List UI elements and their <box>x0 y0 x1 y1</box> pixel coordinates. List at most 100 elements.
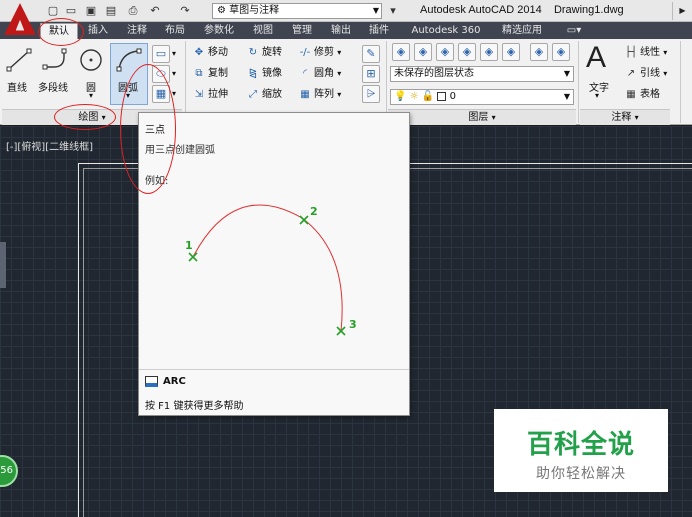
tooltip-divider <box>139 369 409 370</box>
rectangle-icon[interactable]: ▭ <box>152 45 170 63</box>
redo-icon[interactable]: ↷ <box>178 4 192 17</box>
workspace-dropdown[interactable]: ⚙ 草图与注释 ▼ <box>212 3 382 19</box>
polyline-icon[interactable] <box>42 47 68 73</box>
print-icon[interactable]: ⎙ <box>126 4 140 17</box>
array-icon: ▦ <box>300 89 310 100</box>
table-icon: ▦ <box>626 89 636 100</box>
chevron-down-icon: ▼ <box>563 92 570 101</box>
array-tool[interactable]: ▦ 阵列 ▾ <box>298 87 341 103</box>
tab-layout[interactable]: 布局 <box>158 23 192 39</box>
watermark-title: 百科全说 <box>526 430 635 460</box>
layer-properties-icon[interactable]: ◈ <box>392 43 410 61</box>
linear-label: 线性 <box>640 47 660 58</box>
move-tool[interactable]: ✥ 移动 <box>192 45 228 61</box>
polyline-tool-label[interactable]: 多段线 <box>38 79 68 94</box>
dimension-icon: ├┤ <box>624 47 638 58</box>
trim-label: 修剪 <box>314 47 334 58</box>
rotate-tool[interactable]: ↻ 旋转 <box>246 45 282 61</box>
erase-icon[interactable]: ✎ <box>362 45 380 63</box>
move-icon: ✥ <box>194 47 204 58</box>
undo-icon[interactable]: ↶ <box>148 4 162 17</box>
layers-panel-title-text: 图层 <box>468 112 489 123</box>
layer-state-icon[interactable]: ◈ <box>414 43 432 61</box>
chevron-down-icon: ▼ <box>372 6 379 15</box>
viewport-controls-label[interactable]: [-][俯视][二维线框] <box>6 138 93 153</box>
panel-divider <box>680 41 681 123</box>
leader-icon: ↗ <box>626 68 636 79</box>
stretch-tool[interactable]: ⇲ 拉伸 <box>192 87 228 103</box>
tab-insert[interactable]: 插入 <box>80 23 116 39</box>
layers-panel-title[interactable]: 图层 ▾ <box>388 109 576 125</box>
mirror-tool[interactable]: ⧎ 镜像 <box>246 66 282 82</box>
circle-dropdown-icon[interactable]: ▾ <box>89 91 93 100</box>
palette-handle[interactable] <box>0 242 6 288</box>
offset-icon[interactable]: ⩥ <box>362 85 380 103</box>
quick-access-menu-icon[interactable]: ▾ <box>386 4 400 17</box>
annotation-circle-draw-panel <box>54 104 116 130</box>
table-tool[interactable]: ▦ 表格 <box>624 87 660 103</box>
ellipse-dropdown-icon[interactable]: ▾ <box>172 69 176 78</box>
save-icon[interactable]: ▣ <box>84 4 98 17</box>
text-icon[interactable]: A <box>586 41 606 75</box>
status-badge[interactable]: 56 <box>0 455 18 487</box>
leader-tool[interactable]: ↗ 引线 ▾ <box>624 66 667 82</box>
layer-off-icon[interactable]: ◈ <box>530 43 548 61</box>
tab-output[interactable]: 输出 <box>324 23 358 39</box>
trim-dropdown-icon: ▾ <box>337 48 342 57</box>
copy-icon: ⧉ <box>195 68 203 79</box>
open-file-icon[interactable]: ▭ <box>64 4 78 17</box>
fillet-dropdown-icon: ▾ <box>337 69 342 78</box>
layer-isolate-icon[interactable]: ◈ <box>480 43 498 61</box>
tab-manage[interactable]: 管理 <box>284 23 320 39</box>
layer-freeze-icon[interactable]: ◈ <box>502 43 520 61</box>
annotation-panel-expand-icon: ▾ <box>634 113 639 122</box>
layer-state-dropdown[interactable]: 未保存的图层状态 ▼ <box>390 66 574 82</box>
leader-label: 引线 <box>640 68 660 79</box>
circle-icon[interactable] <box>78 47 104 73</box>
point-marker-2 <box>299 215 309 225</box>
rotate-label: 旋转 <box>262 47 282 58</box>
three-point-arc-illustration: 1 2 3 <box>185 204 357 336</box>
explode-icon[interactable]: ⊞ <box>362 65 380 83</box>
unlock-icon: 🔓 <box>421 91 435 102</box>
scale-tool[interactable]: ⤢ 缩放 <box>246 87 282 103</box>
annotation-panel-title[interactable]: 注释 ▾ <box>580 109 670 125</box>
array-label: 阵列 <box>314 89 334 100</box>
save-as-icon[interactable]: ▤ <box>104 4 118 17</box>
tab-autodesk-360[interactable]: Autodesk 360 <box>400 23 492 39</box>
tab-annotate[interactable]: 注释 <box>120 23 154 39</box>
layer-lock-icon[interactable]: ◈ <box>552 43 570 61</box>
text-dropdown-icon[interactable]: ▾ <box>595 91 599 100</box>
layer-match-icon[interactable]: ◈ <box>436 43 454 61</box>
hatch-dropdown-icon[interactable]: ▾ <box>172 89 176 98</box>
rectangle-dropdown-icon[interactable]: ▾ <box>172 49 176 58</box>
layer-color-swatch <box>437 91 447 101</box>
point-label-3: 3 <box>349 318 357 331</box>
app-name: Autodesk AutoCAD 2014 <box>420 4 542 16</box>
linear-dimension-tool[interactable]: ├┤ 线性 ▾ <box>624 45 667 61</box>
line-tool-label[interactable]: 直线 <box>7 79 27 94</box>
fillet-tool[interactable]: ◜ 圆角 ▾ <box>298 66 341 82</box>
copy-tool[interactable]: ⧉ 复制 <box>192 66 228 82</box>
current-layer-dropdown[interactable]: 💡 ☼ 🔓 0 ▼ <box>390 89 574 105</box>
tab-featured-apps[interactable]: 精选应用 <box>494 23 550 39</box>
tab-view[interactable]: 视图 <box>246 23 280 39</box>
arc-curve <box>192 204 343 332</box>
layer-previous-icon[interactable]: ◈ <box>458 43 476 61</box>
tab-plugins[interactable]: 插件 <box>362 23 396 39</box>
tab-overflow-icon[interactable]: ▭▾ <box>560 23 588 39</box>
move-label: 移动 <box>208 47 228 58</box>
mirror-label: 镜像 <box>262 68 282 79</box>
new-file-icon[interactable]: ▢ <box>46 4 60 17</box>
tab-parametric[interactable]: 参数化 <box>196 23 242 39</box>
fillet-icon: ◜ <box>303 68 307 79</box>
chevron-down-icon: ▼ <box>563 69 570 78</box>
line-icon[interactable] <box>6 47 32 73</box>
ribbon-tab-bar: 默认 插入 注释 布局 参数化 视图 管理 输出 插件 Autodesk 360… <box>0 22 692 39</box>
trim-tool[interactable]: -/- 修剪 ▾ <box>298 45 342 61</box>
info-center-arrow-icon[interactable]: ▶ <box>672 2 692 20</box>
annotation-circle-arc-tool <box>120 64 176 194</box>
copy-label: 复制 <box>208 68 228 79</box>
watermark-subtitle: 助你轻松解决 <box>536 466 626 482</box>
trim-icon: -/- <box>299 47 311 58</box>
